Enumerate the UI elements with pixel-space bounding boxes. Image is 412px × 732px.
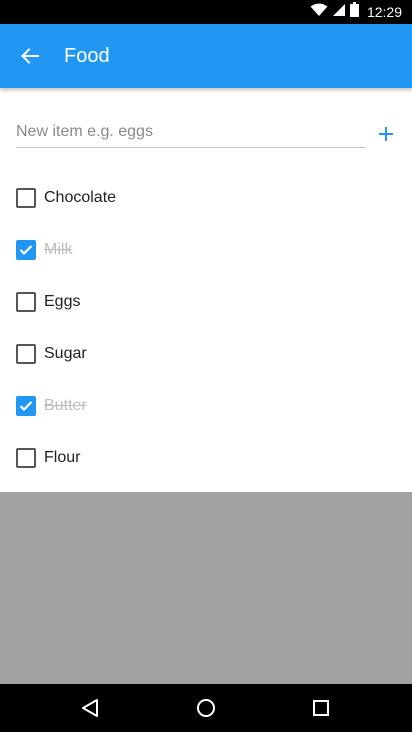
item-label: Eggs	[44, 293, 81, 310]
item-label: Butter	[44, 397, 87, 414]
recents-square-icon	[313, 700, 329, 716]
item-checkbox[interactable]	[16, 240, 36, 260]
new-item-input[interactable]	[16, 116, 366, 148]
main-content: Chocolate Milk Eggs Sugar Butter	[0, 88, 412, 492]
list-item[interactable]: Eggs	[0, 276, 412, 328]
home-circle-icon	[197, 699, 215, 717]
item-label: Milk	[44, 241, 73, 258]
battery-icon	[349, 2, 359, 22]
dimmed-background	[0, 492, 412, 684]
wifi-icon	[310, 3, 328, 22]
item-checkbox[interactable]	[16, 292, 36, 312]
back-triangle-icon	[82, 699, 98, 717]
list-item[interactable]: Milk	[0, 224, 412, 276]
signal-icon	[332, 3, 346, 22]
status-time: 12:29	[366, 4, 402, 20]
item-label: Flour	[44, 449, 81, 466]
list-item[interactable]: Chocolate	[0, 172, 412, 224]
item-checkbox[interactable]	[16, 396, 36, 416]
list-item[interactable]: Sugar	[0, 328, 412, 380]
add-item-button[interactable]	[372, 120, 400, 148]
checkmark-icon	[19, 401, 33, 412]
nav-back-button[interactable]	[66, 684, 114, 732]
item-checkbox[interactable]	[16, 188, 36, 208]
list-item[interactable]: Butter	[0, 380, 412, 432]
status-icons: 12:29	[310, 0, 402, 24]
nav-recents-button[interactable]	[297, 684, 345, 732]
arrow-back-icon	[21, 48, 39, 64]
item-list: Chocolate Milk Eggs Sugar Butter Flour	[0, 172, 412, 484]
navigation-bar	[0, 684, 412, 732]
plus-icon	[379, 127, 393, 141]
page-title: Food	[64, 45, 110, 67]
back-button[interactable]	[12, 38, 48, 74]
nav-home-button[interactable]	[182, 684, 230, 732]
item-label: Sugar	[44, 345, 87, 362]
status-bar: 12:29	[0, 0, 412, 24]
app-bar: Food	[0, 24, 412, 88]
item-checkbox[interactable]	[16, 448, 36, 468]
list-item[interactable]: Flour	[0, 432, 412, 484]
checkmark-icon	[19, 245, 33, 256]
item-label: Chocolate	[44, 189, 117, 206]
item-checkbox[interactable]	[16, 344, 36, 364]
